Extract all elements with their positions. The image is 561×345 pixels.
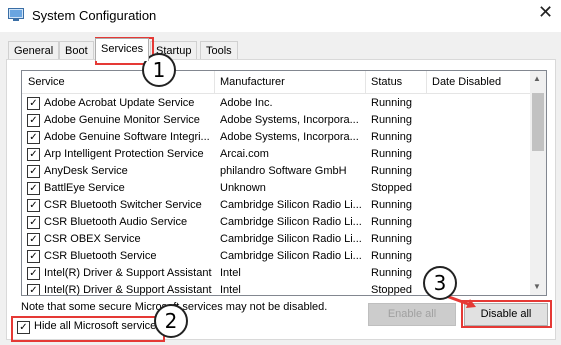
service-status: Running — [371, 114, 412, 126]
service-checkbox[interactable]: ✓ — [27, 114, 40, 127]
service-checkbox[interactable]: ✓ — [27, 284, 40, 295]
table-row[interactable]: ✓ Adobe Acrobat Update Service Adobe Inc… — [22, 95, 530, 112]
service-status: Running — [371, 131, 412, 143]
scroll-down-icon[interactable]: ▼ — [533, 282, 541, 291]
service-checkbox[interactable]: ✓ — [27, 97, 40, 110]
service-manufacturer: Adobe Inc. — [220, 97, 273, 109]
column-divider[interactable] — [214, 71, 215, 93]
vertical-scrollbar[interactable]: ▲ ▼ — [530, 71, 546, 295]
column-header-manufacturer[interactable]: Manufacturer — [220, 76, 285, 88]
column-divider[interactable] — [365, 71, 366, 93]
service-status: Stopped — [371, 284, 412, 296]
disable-all-button[interactable]: Disable all — [464, 303, 548, 326]
column-header-service[interactable]: Service — [28, 76, 65, 88]
service-manufacturer: philandro Software GmbH — [220, 165, 347, 177]
service-status: Stopped — [371, 182, 412, 194]
service-manufacturer: Cambridge Silicon Radio Li... — [220, 250, 362, 262]
tab-services[interactable]: Services — [95, 38, 150, 61]
service-checkbox[interactable]: ✓ — [27, 233, 40, 246]
scrollbar-thumb[interactable] — [532, 93, 544, 151]
table-row[interactable]: ✓ CSR Bluetooth Audio Service Cambridge … — [22, 214, 530, 231]
service-checkbox[interactable]: ✓ — [27, 199, 40, 212]
service-checkbox[interactable]: ✓ — [27, 148, 40, 161]
service-name: CSR Bluetooth Switcher Service — [44, 199, 202, 211]
services-list[interactable]: Service Manufacturer Status Date Disable… — [21, 70, 547, 296]
service-name: Adobe Genuine Software Integri... — [44, 131, 210, 143]
window-title: System Configuration — [32, 8, 157, 23]
title-bar: System Configuration ✕ — [0, 0, 561, 32]
service-checkbox[interactable]: ✓ — [27, 250, 40, 263]
table-row[interactable]: ✓ CSR Bluetooth Service Cambridge Silico… — [22, 248, 530, 265]
service-manufacturer: Arcai.com — [220, 148, 269, 160]
service-manufacturer: Cambridge Silicon Radio Li... — [220, 216, 362, 228]
service-status: Running — [371, 233, 412, 245]
service-name: CSR OBEX Service — [44, 233, 141, 245]
tab-general[interactable]: General — [8, 41, 60, 60]
column-header-date-disabled[interactable]: Date Disabled — [432, 76, 501, 88]
service-name: Adobe Genuine Monitor Service — [44, 114, 200, 126]
tab-boot[interactable]: Boot — [59, 41, 94, 60]
service-manufacturer: Adobe Systems, Incorpora... — [220, 131, 359, 143]
service-name: BattlEye Service — [44, 182, 125, 194]
service-status: Running — [371, 97, 412, 109]
service-name: Adobe Acrobat Update Service — [44, 97, 195, 109]
service-checkbox[interactable]: ✓ — [27, 131, 40, 144]
list-header: Service Manufacturer Status Date Disable… — [22, 71, 530, 94]
service-name: Arp Intelligent Protection Service — [44, 148, 204, 160]
callout-2: 2 — [154, 304, 188, 338]
service-name: CSR Bluetooth Service — [44, 250, 157, 262]
service-status: Running — [371, 250, 412, 262]
service-name: Intel(R) Driver & Support Assistant — [44, 267, 212, 279]
checkbox-checked-icon[interactable]: ✓ — [17, 321, 30, 334]
table-row[interactable]: ✓ CSR OBEX Service Cambridge Silicon Rad… — [22, 231, 530, 248]
service-manufacturer: Adobe Systems, Incorpora... — [220, 114, 359, 126]
service-name: CSR Bluetooth Audio Service — [44, 216, 188, 228]
service-status: Running — [371, 165, 412, 177]
service-checkbox[interactable]: ✓ — [27, 182, 40, 195]
service-checkbox[interactable]: ✓ — [27, 165, 40, 178]
column-divider[interactable] — [426, 71, 427, 93]
tab-strip: General Boot Services Startup Tools — [0, 38, 561, 61]
service-status: Running — [371, 199, 412, 211]
table-row[interactable]: ✓ BattlEye Service Unknown Stopped — [22, 180, 530, 197]
table-row[interactable]: ✓ CSR Bluetooth Switcher Service Cambrid… — [22, 197, 530, 214]
service-checkbox[interactable]: ✓ — [27, 216, 40, 229]
table-row[interactable]: ✓ Adobe Genuine Software Integri... Adob… — [22, 129, 530, 146]
service-name: Intel(R) Driver & Support Assistant — [44, 284, 212, 296]
service-manufacturer: Intel — [220, 267, 241, 279]
callout-3: 3 — [423, 266, 457, 300]
system-configuration-icon — [8, 8, 24, 21]
service-status: Running — [371, 148, 412, 160]
table-row[interactable]: ✓ Adobe Genuine Monitor Service Adobe Sy… — [22, 112, 530, 129]
service-checkbox[interactable]: ✓ — [27, 267, 40, 280]
table-row[interactable]: ✓ Arp Intelligent Protection Service Arc… — [22, 146, 530, 163]
service-name: AnyDesk Service — [44, 165, 128, 177]
service-status: Running — [371, 216, 412, 228]
service-manufacturer: Cambridge Silicon Radio Li... — [220, 199, 362, 211]
column-header-status[interactable]: Status — [371, 76, 402, 88]
enable-all-button[interactable]: Enable all — [368, 303, 456, 326]
service-manufacturer: Intel — [220, 284, 241, 296]
service-status: Running — [371, 267, 412, 279]
service-manufacturer: Cambridge Silicon Radio Li... — [220, 233, 362, 245]
tab-tools[interactable]: Tools — [200, 41, 238, 60]
close-icon[interactable]: ✕ — [538, 2, 553, 23]
hide-microsoft-services-label[interactable]: Hide all Microsoft services — [34, 320, 162, 332]
scroll-up-icon[interactable]: ▲ — [533, 74, 541, 83]
table-row[interactable]: ✓ AnyDesk Service philandro Software Gmb… — [22, 163, 530, 180]
service-manufacturer: Unknown — [220, 182, 266, 194]
